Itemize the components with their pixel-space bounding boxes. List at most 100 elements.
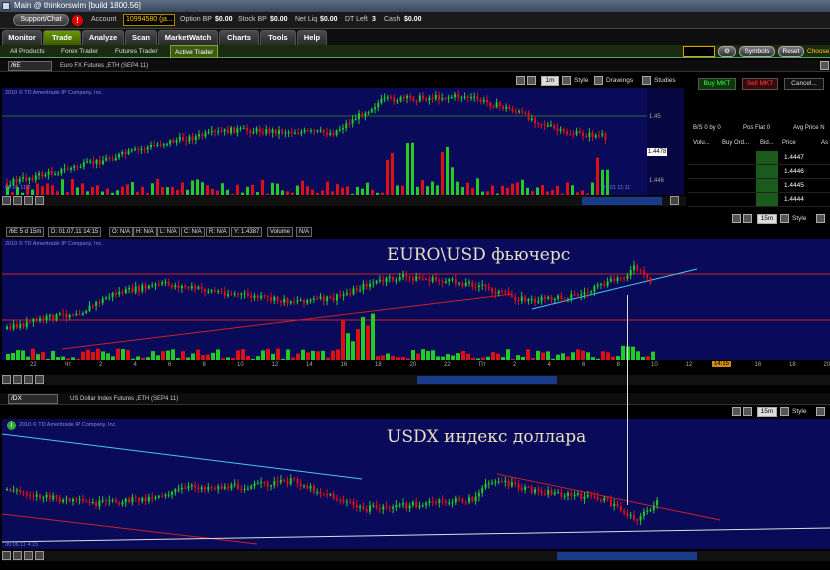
expand-icon[interactable]: [670, 196, 679, 205]
zoom-icon[interactable]: [732, 214, 741, 223]
style-icon[interactable]: [562, 76, 571, 85]
scroll-zoom-in-icon[interactable]: [2, 375, 11, 384]
candle-body: [583, 496, 586, 499]
tab-scan[interactable]: Scan: [125, 30, 157, 45]
style-icon[interactable]: [780, 407, 789, 416]
drawings-icon[interactable]: [816, 214, 825, 223]
subtab-all-products[interactable]: All Products: [10, 45, 45, 58]
tab-marketwatch[interactable]: MarketWatch: [158, 30, 218, 45]
studies-icon[interactable]: [642, 76, 651, 85]
scroll-hand-icon[interactable]: [35, 375, 44, 384]
tab-trade[interactable]: Trade: [43, 30, 81, 45]
tab-help[interactable]: Help: [297, 30, 327, 45]
bid-cell[interactable]: [756, 151, 778, 164]
candle-body: [137, 148, 140, 150]
subtab-forex-trader[interactable]: Forex Trader: [61, 45, 98, 58]
panel2-chart[interactable]: 2010 © TD Ameritrade IP Company, Inc. EU…: [2, 239, 830, 360]
candle-body: [348, 123, 351, 125]
candle-body: [108, 500, 111, 502]
panel1-scrollbar[interactable]: [2, 196, 686, 206]
panel3-symbol-input[interactable]: /DX: [8, 394, 58, 404]
candle-body: [319, 491, 322, 494]
ladder-row[interactable]: 1.4446: [688, 165, 830, 179]
tab-monitor[interactable]: Monitor: [2, 30, 42, 45]
scroll-zoom-out-icon[interactable]: [13, 551, 22, 560]
grid-icon[interactable]: [743, 407, 752, 416]
choose-label[interactable]: Choose: [807, 45, 829, 58]
volume-bar: [456, 181, 459, 195]
scroll-fit-icon[interactable]: [24, 196, 33, 205]
candle-body: [570, 294, 573, 299]
panel2-scrollbar[interactable]: [2, 375, 830, 385]
panel1-chart[interactable]: 2010 © TD Ameritrade IP Company, Inc. 07…: [2, 88, 647, 195]
scroll-fit-icon[interactable]: [24, 551, 33, 560]
bid-cell[interactable]: [756, 193, 778, 206]
panel2-style[interactable]: Style: [792, 214, 806, 224]
link-group-selector[interactable]: [683, 46, 715, 57]
scroll-hand-icon[interactable]: [35, 196, 44, 205]
panel3-scroll-thumb[interactable]: [557, 552, 697, 560]
volume-bar: [301, 349, 305, 360]
tab-charts[interactable]: Charts: [219, 30, 259, 45]
buy-mkt-button[interactable]: Buy MKT: [698, 78, 736, 90]
candle-body: [41, 173, 44, 177]
panel1-scroll-thumb[interactable]: [582, 197, 662, 205]
panel3-chart[interactable]: i 2010 © TD Ameritrade IP Company, Inc. …: [2, 419, 830, 549]
zoom-icon[interactable]: [516, 76, 525, 85]
scroll-zoom-in-icon[interactable]: [2, 196, 11, 205]
volume-bar: [166, 187, 169, 195]
panel3-timeframe[interactable]: 15m: [757, 407, 777, 417]
panel1-drawings[interactable]: Drawings: [606, 76, 633, 86]
panel2-scroll-thumb[interactable]: [417, 376, 557, 384]
close-icon[interactable]: [820, 61, 829, 70]
zoom-icon[interactable]: [732, 407, 741, 416]
symbols-button[interactable]: Symbols: [739, 46, 775, 57]
drawings-icon[interactable]: [816, 407, 825, 416]
scroll-zoom-out-icon[interactable]: [13, 196, 22, 205]
col-volume[interactable]: Volu...: [693, 140, 710, 146]
bid-cell[interactable]: [756, 165, 778, 178]
panel1-studies[interactable]: Studies: [654, 76, 676, 86]
panel1-symbol-input[interactable]: /6E: [8, 61, 52, 71]
info-icon[interactable]: i: [7, 421, 16, 430]
volume-bar: [246, 186, 249, 195]
subtab-futures-trader[interactable]: Futures Trader: [115, 45, 158, 58]
volume-bar: [126, 350, 130, 360]
candle-body: [649, 277, 652, 284]
grid-icon[interactable]: [743, 214, 752, 223]
candle-body: [586, 292, 589, 294]
ladder-row[interactable]: 1.4447: [688, 151, 830, 165]
col-buy-orders[interactable]: Buy Ord...: [722, 140, 749, 146]
col-bid[interactable]: Bid...: [760, 140, 774, 146]
subtab-active-trader[interactable]: Active Trader: [170, 45, 219, 58]
col-price[interactable]: Price: [782, 140, 796, 146]
scroll-fit-icon[interactable]: [24, 375, 33, 384]
alert-icon[interactable]: !: [72, 15, 83, 26]
tab-analyze[interactable]: Analyze: [82, 30, 124, 45]
candle-body: [339, 499, 342, 501]
style-icon[interactable]: [780, 214, 789, 223]
tab-tools[interactable]: Tools: [260, 30, 296, 45]
panel2-timeframe[interactable]: 15m: [757, 214, 777, 224]
panel3-scrollbar[interactable]: [2, 551, 830, 561]
support-chat-button[interactable]: Support/Chat: [13, 14, 69, 26]
candle-body: [578, 131, 581, 133]
reset-button[interactable]: Reset: [778, 46, 804, 57]
account-select[interactable]: 10994580 (ja...: [123, 14, 175, 26]
scroll-zoom-in-icon[interactable]: [2, 551, 11, 560]
col-ask[interactable]: As: [821, 140, 828, 146]
drawings-icon[interactable]: [594, 76, 603, 85]
grid-icon[interactable]: [527, 76, 536, 85]
scroll-zoom-out-icon[interactable]: [13, 375, 22, 384]
scroll-hand-icon[interactable]: [35, 551, 44, 560]
panel3-style[interactable]: Style: [792, 407, 806, 417]
candle-body: [374, 107, 376, 110]
panel1-timeframe[interactable]: 1m: [541, 76, 559, 86]
ladder-row[interactable]: 1.4444: [688, 193, 830, 207]
panel1-style[interactable]: Style: [574, 76, 588, 86]
ladder-row[interactable]: 1.4445: [688, 179, 830, 193]
cancel-button[interactable]: Cancel...: [784, 78, 824, 90]
wrench-icon[interactable]: ⚙: [718, 46, 736, 57]
sell-mkt-button[interactable]: Sell MKT: [742, 78, 778, 90]
bid-cell[interactable]: [756, 179, 778, 192]
